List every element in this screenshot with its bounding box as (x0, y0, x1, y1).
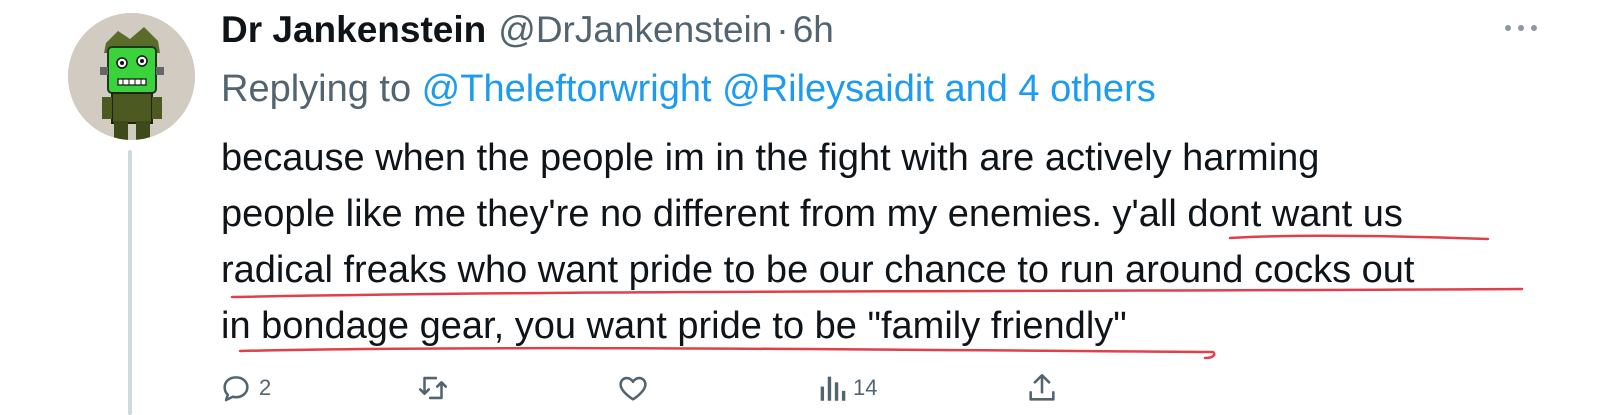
like-button[interactable] (615, 370, 657, 406)
separator-dot: · (776, 9, 789, 50)
views-icon (820, 376, 846, 401)
tweet-header: Dr Jankenstein @DrJankenstein · 6h (221, 8, 834, 52)
tweet-text-line: in bondage gear, you want pride to be "f… (221, 305, 1127, 347)
tweet-text-line: because when the people im in the fight … (221, 137, 1320, 179)
reply-button[interactable]: 2 (219, 370, 271, 406)
mention-theleftorwright[interactable]: @Theleftorwright (422, 68, 712, 110)
tweet-text: because when the people im in the fight … (221, 130, 1541, 354)
share-icon (1029, 373, 1055, 401)
views-count: 14 (853, 375, 878, 400)
mention-rileysaidit[interactable]: @Rileysaidit (722, 68, 934, 110)
reply-icon (223, 376, 249, 402)
replying-to-label: Replying to (221, 68, 422, 110)
tweet-text-line: radical freaks who want pride to be our … (221, 249, 1415, 291)
reply-count: 2 (259, 375, 272, 400)
frankenstein-avatar-image (68, 13, 195, 140)
like-icon (619, 376, 647, 401)
thread-connector-line (128, 150, 132, 415)
author-display-name[interactable]: Dr Jankenstein (221, 8, 486, 52)
replying-to: Replying to @Theleftorwright @Rileysaidi… (221, 66, 1156, 112)
tweet-action-bar: 2 14 (219, 370, 1079, 406)
share-button[interactable] (1025, 370, 1059, 406)
retweet-button[interactable] (415, 370, 457, 406)
views-button[interactable]: 14 (817, 370, 877, 406)
tweet-text-line: people like me they're no different from… (221, 193, 1403, 235)
avatar[interactable] (68, 13, 195, 140)
more-icon[interactable] (1505, 18, 1537, 38)
author-handle[interactable]: @DrJankenstein (498, 8, 772, 52)
timestamp[interactable]: 6h (793, 8, 834, 52)
mention-others-link[interactable]: and 4 others (944, 68, 1155, 110)
retweet-icon (418, 376, 448, 400)
